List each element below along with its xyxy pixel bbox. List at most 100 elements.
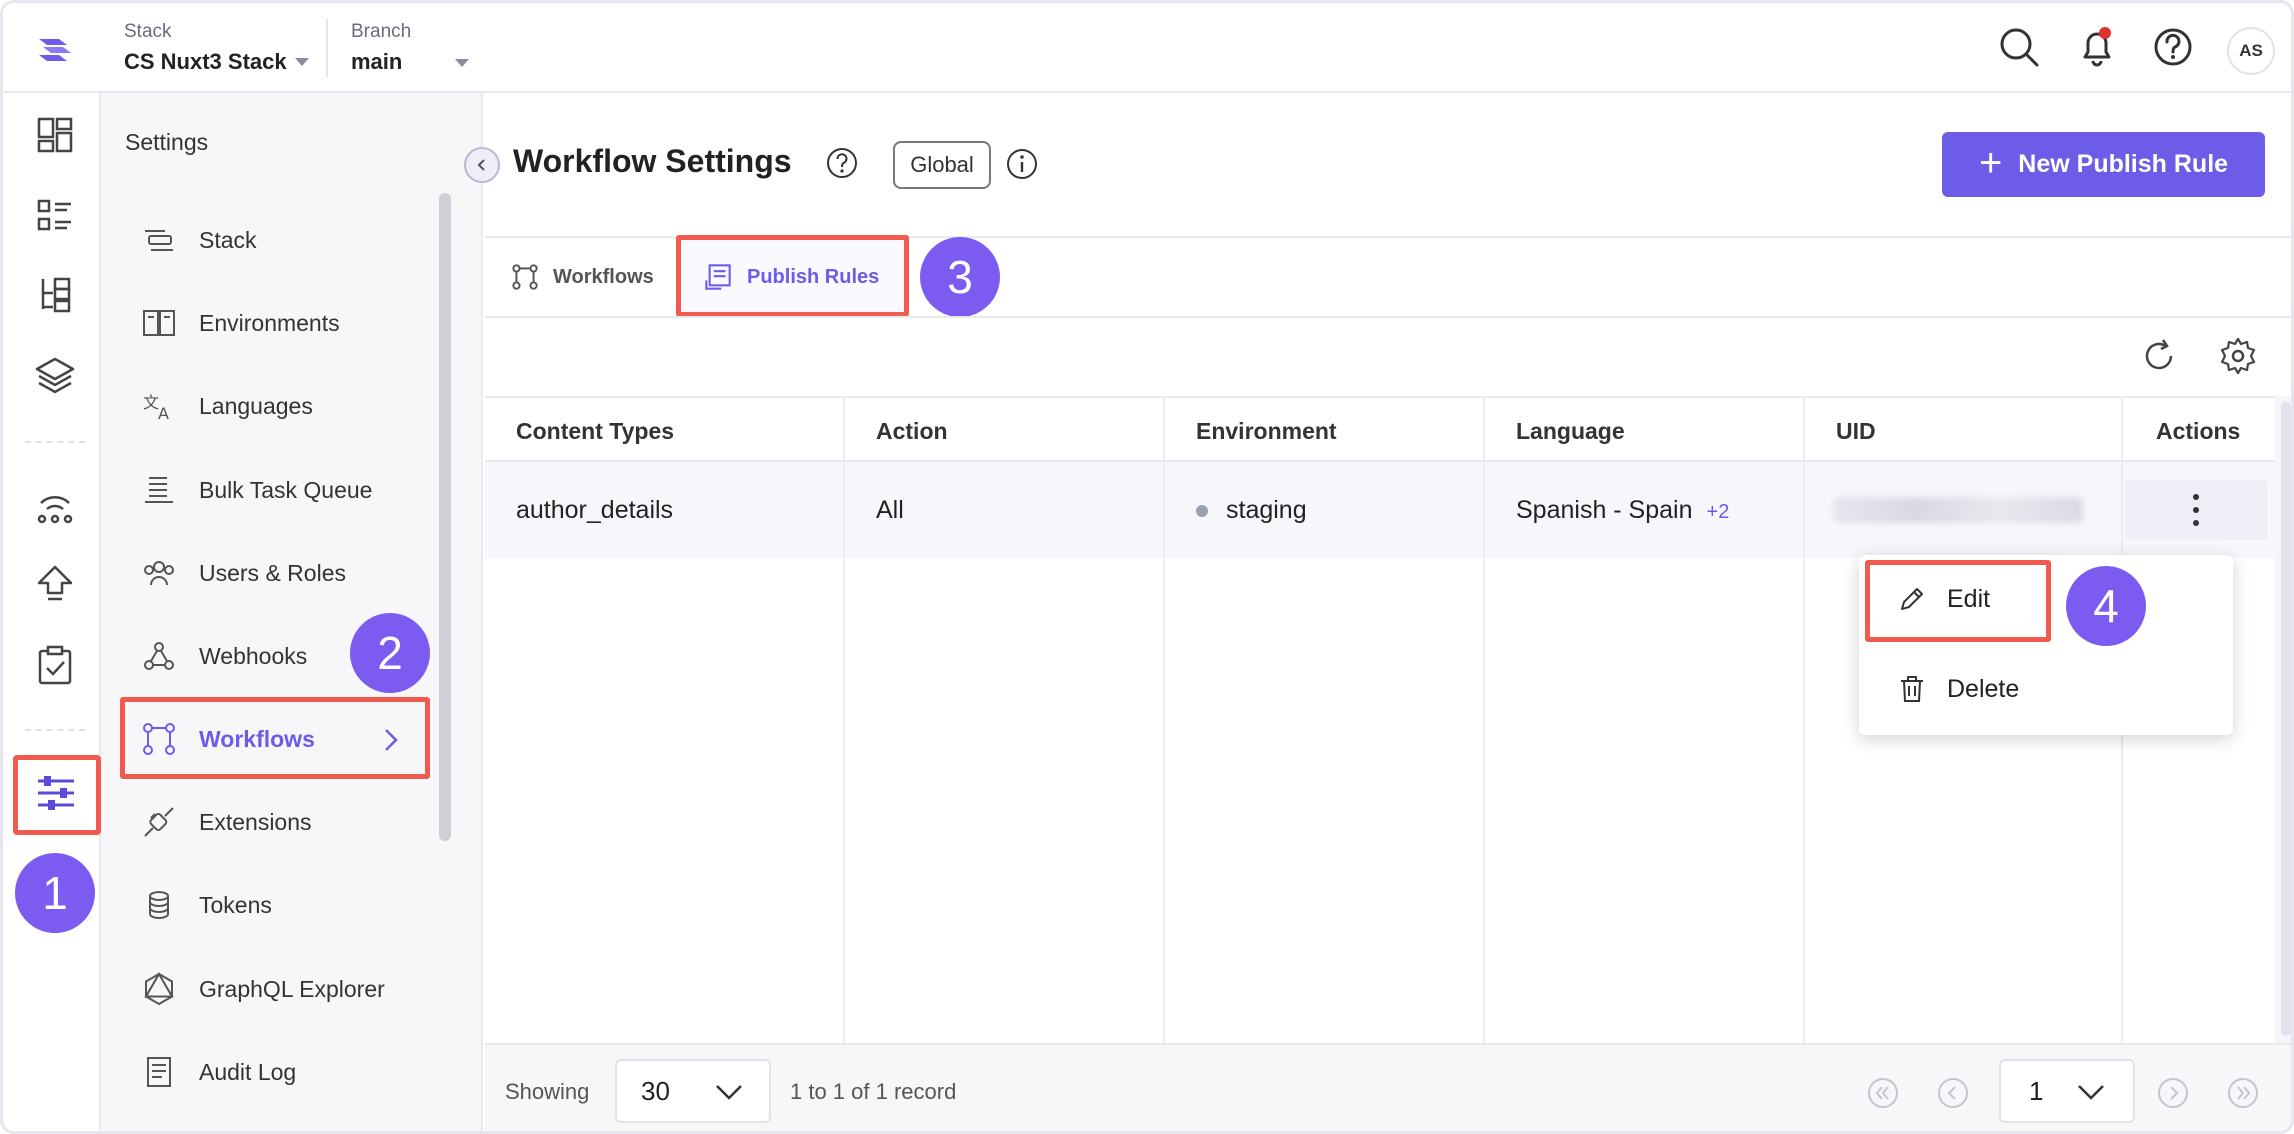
menu-item-delete[interactable]: Delete (1897, 665, 2019, 713)
row-actions-button[interactable] (2125, 480, 2267, 540)
stack-name: CS Nuxt3 Stack (124, 49, 287, 74)
column-divider (1483, 396, 1485, 1043)
step-badge-2: 2 (350, 613, 430, 693)
branch-selector[interactable]: Branch main (351, 21, 411, 75)
sidebar-item-languages[interactable]: 文A Languages (141, 380, 313, 432)
sidebar-item-tokens[interactable]: Tokens (141, 879, 272, 931)
cell-language: Spanish - Spain +2 (1516, 496, 1729, 525)
sidebar-item-label: Extensions (199, 808, 312, 835)
prev-page-icon[interactable] (1937, 1077, 1969, 1109)
sidebar-item-stack[interactable]: Stack (141, 214, 257, 266)
sidebar-item-extensions[interactable]: Extensions (141, 796, 312, 848)
sidebar-item-label: Environments (199, 309, 340, 336)
step-highlight-workflows (120, 697, 430, 779)
collapse-sidebar-button[interactable] (464, 147, 500, 183)
environments-icon (143, 310, 175, 336)
step-highlight-edit (1865, 560, 2051, 642)
search-icon[interactable] (1997, 25, 2041, 69)
publish-queue-icon[interactable] (33, 563, 77, 607)
entries-icon[interactable] (33, 273, 77, 317)
branch-label: Branch (351, 21, 412, 42)
content-models-icon[interactable] (33, 193, 77, 237)
sidebar-item-environments[interactable]: Environments (141, 297, 340, 349)
sidebar-item-audit-log[interactable]: Audit Log (141, 1046, 296, 1098)
next-page-icon[interactable] (2157, 1077, 2189, 1109)
refresh-icon[interactable] (2139, 336, 2179, 376)
chevron-down-icon (294, 58, 309, 66)
language-more-badge[interactable]: +2 (1707, 501, 1730, 523)
column-divider (1163, 396, 1165, 1043)
sidebar-item-label: Users & Roles (199, 559, 346, 586)
menu-item-label: Delete (1947, 674, 2020, 703)
step-badge-3: 3 (920, 237, 1000, 317)
sidebar-item-label: Tokens (199, 891, 272, 918)
chevron-down-icon (716, 1085, 742, 1100)
logo-icon[interactable] (33, 27, 77, 71)
help-icon[interactable] (825, 146, 859, 180)
dashboard-icon[interactable] (33, 113, 77, 157)
sidebar-item-bulk-task-queue[interactable]: Bulk Task Queue (141, 464, 372, 516)
users-roles-icon (144, 561, 174, 586)
sidebar-item-label: Stack (199, 226, 257, 253)
table-header: Content Types Action Environment Languag… (485, 396, 2275, 462)
environment-dot (1196, 505, 1208, 518)
info-icon[interactable] (1005, 147, 1039, 181)
audit-log-icon (147, 1057, 171, 1087)
tab-label: Publish Rules (747, 265, 880, 288)
extensions-icon (144, 807, 174, 837)
column-header[interactable]: Language (1516, 418, 1625, 445)
column-header[interactable]: Environment (1196, 418, 1337, 445)
cell-content-type: author_details (516, 496, 674, 524)
page-size-value: 30 (641, 1075, 670, 1106)
current-page-value: 1 (2029, 1075, 2044, 1106)
cell-environment: staging (1196, 496, 1307, 525)
branch-name: main (351, 49, 403, 74)
bulk-task-queue-icon (145, 477, 173, 503)
gear-icon[interactable] (2218, 336, 2258, 376)
divider (326, 19, 328, 77)
stack-icon (145, 230, 173, 251)
deployments-icon[interactable] (33, 483, 77, 527)
bell-icon[interactable] (2075, 25, 2119, 69)
tab-workflows[interactable]: Workflows (511, 255, 654, 299)
column-header[interactable]: Action (876, 418, 948, 445)
publish-rules-icon (705, 264, 731, 290)
avatar[interactable]: AS (2227, 27, 2275, 75)
step-highlight-settings (13, 755, 101, 835)
svg-text:文: 文 (143, 393, 159, 412)
app-window: Stack CS Nuxt3 Stack Branch main AS 1 Se… (0, 0, 2294, 1134)
step-badge-4: 4 (2066, 566, 2146, 646)
column-divider (1803, 396, 1805, 1043)
sidebar-item-graphql-explorer[interactable]: GraphQL Explorer (141, 963, 385, 1015)
last-page-icon[interactable] (2227, 1077, 2259, 1109)
tabs-bottom-divider (485, 316, 2291, 318)
chevron-left-icon (477, 159, 485, 171)
rail-divider (25, 729, 85, 731)
layers-icon[interactable] (33, 353, 77, 397)
environment-name: staging (1226, 496, 1307, 524)
stack-selector[interactable]: Stack CS Nuxt3 Stack (124, 21, 309, 75)
language-name: Spanish - Spain (1516, 496, 1693, 524)
scrollbar-thumb[interactable] (2281, 402, 2291, 1036)
table-scrollbar[interactable] (2275, 396, 2291, 1043)
tab-publish-rules[interactable]: Publish Rules (703, 255, 879, 299)
chevron-down-icon[interactable] (455, 59, 469, 67)
first-page-icon[interactable] (1867, 1077, 1899, 1109)
workflows-icon (512, 264, 538, 290)
sidebar-item-label: Bulk Task Queue (199, 476, 373, 503)
graphql-icon (144, 972, 174, 1006)
new-publish-rule-button[interactable]: + New Publish Rule (1942, 132, 2265, 197)
webhooks-icon (144, 642, 174, 670)
help-icon[interactable] (2151, 25, 2195, 69)
sidebar-item-users-roles[interactable]: Users & Roles (141, 547, 346, 599)
column-header[interactable]: Content Types (516, 418, 674, 445)
page-size-select[interactable]: 30 (615, 1059, 771, 1123)
sidebar-item-webhooks[interactable]: Webhooks (141, 630, 307, 682)
tasks-icon[interactable] (33, 643, 77, 687)
column-header[interactable]: UID (1836, 418, 1876, 445)
tab-label: Workflows (553, 265, 654, 288)
stack-label: Stack (124, 21, 172, 42)
sidebar-scrollbar[interactable] (439, 193, 451, 841)
trash-icon (1901, 676, 1923, 702)
page-select[interactable]: 1 (1999, 1059, 2135, 1123)
